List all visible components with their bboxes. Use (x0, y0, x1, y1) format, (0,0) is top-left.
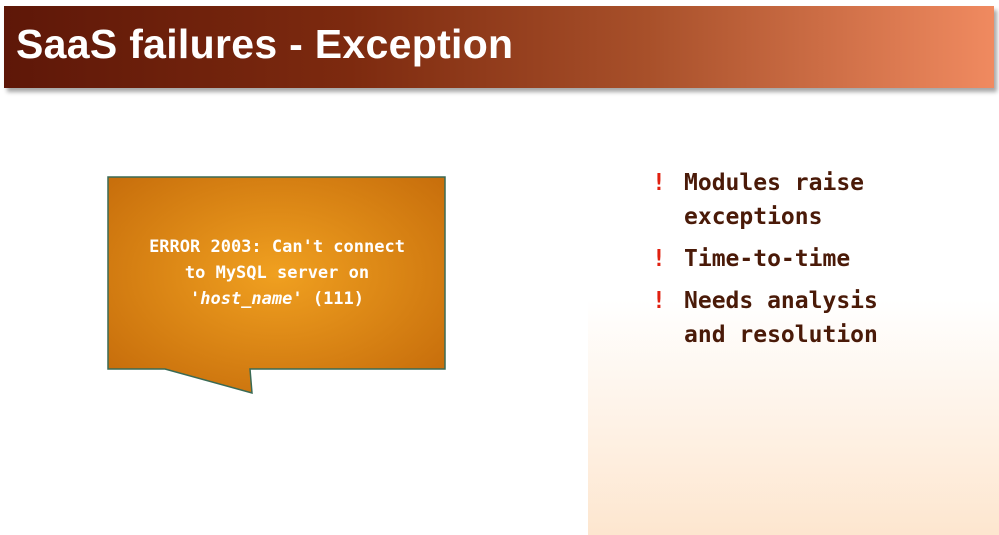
bullet-text: Time-to-time (684, 246, 851, 272)
error-message: ERROR 2003: Can't connect to MySQL serve… (110, 234, 444, 312)
slide: SaaS failures - Exception ERROR 2003: Ca… (0, 0, 999, 535)
bullet-list: ! Modules raise exceptions ! Time-to-tim… (650, 166, 924, 360)
error-line-3: 'host_name' (111) (189, 289, 365, 309)
bullet-text: Needs analysis and resolution (684, 288, 878, 348)
error-line-2: to MySQL server on (184, 263, 370, 283)
host-name: host_name (200, 289, 293, 309)
bullet-item: ! Time-to-time (650, 242, 924, 276)
exclamation-icon: ! (652, 170, 666, 196)
bullet-text: Modules raise exceptions (684, 170, 865, 230)
exclamation-icon: ! (652, 246, 666, 272)
bullet-item: ! Modules raise exceptions (650, 166, 924, 234)
exclamation-icon: ! (652, 288, 666, 314)
bullet-item: ! Needs analysis and resolution (650, 284, 924, 352)
error-line-1: ERROR 2003: Can't connect (149, 237, 405, 257)
